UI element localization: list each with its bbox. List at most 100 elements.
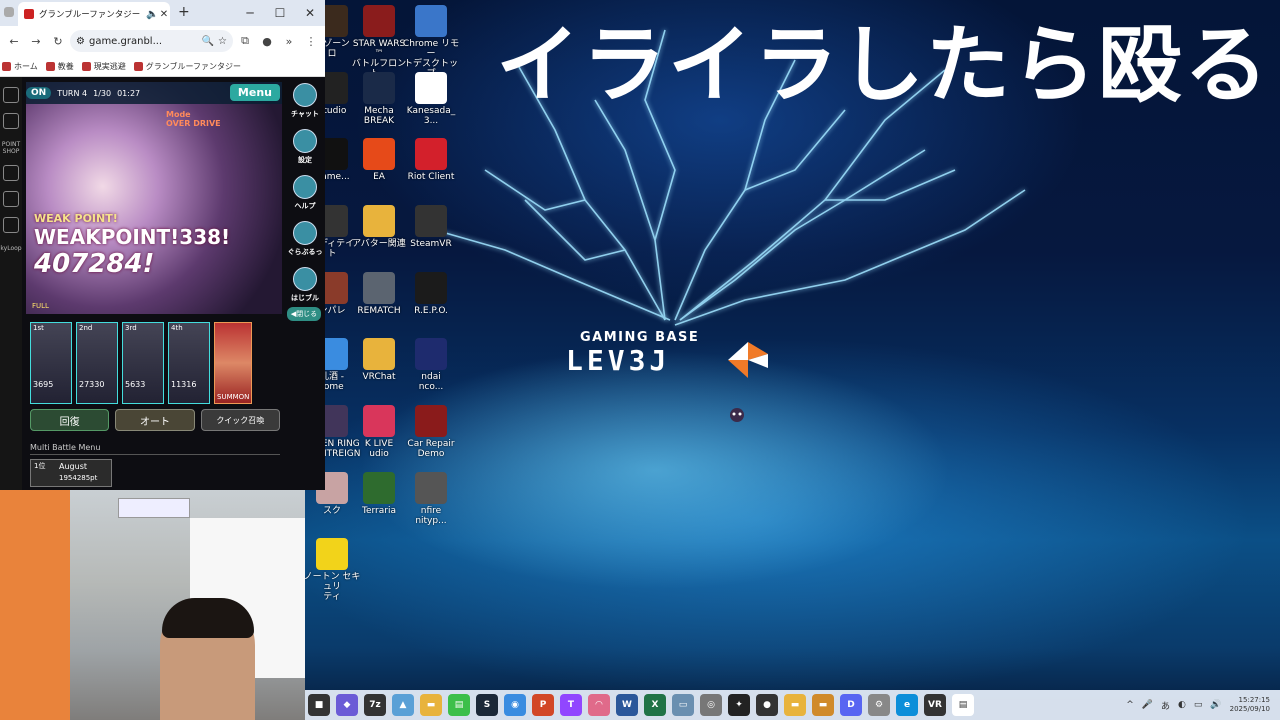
back-icon[interactable]: ← [4, 35, 24, 48]
character-4[interactable]: 4th 11316 [168, 322, 210, 404]
rail-gear-icon[interactable] [3, 113, 19, 129]
more-chevron-icon[interactable]: » [279, 35, 299, 48]
desktop-icon-label: nfire nityp... [415, 506, 447, 526]
sevenzip-icon[interactable]: 7z [364, 694, 386, 716]
settings-gear-icon[interactable]: ⚙ [868, 694, 890, 716]
reload-icon[interactable]: ↻ [48, 35, 68, 48]
tray-app-2-icon[interactable]: ▭ [1194, 700, 1203, 710]
tab-search-icon[interactable] [4, 7, 14, 17]
granblue-favicon-icon [24, 9, 34, 19]
settings-button[interactable]: 設定 [287, 123, 323, 165]
desktop-icon[interactable]: Chrome リモー トデスクトップ [402, 5, 460, 79]
desktop-icon[interactable]: アバター関連 [350, 205, 408, 249]
excel-icon[interactable]: X [644, 694, 666, 716]
desktop-pet-icon[interactable] [727, 405, 747, 425]
bookmark-kyouyou[interactable]: 教養 [45, 61, 74, 72]
desktop-icon[interactable]: ndai nco... [402, 338, 460, 392]
folder-2-icon[interactable]: ▬ [812, 694, 834, 716]
word-icon[interactable]: W [616, 694, 638, 716]
desktop-icon[interactable]: Terraria [350, 472, 408, 516]
chat-button[interactable]: チャット [287, 77, 323, 119]
character-1[interactable]: 1st 3695 [30, 322, 72, 404]
rail-edit-icon[interactable] [3, 165, 19, 181]
lips-icon[interactable]: ◠ [588, 694, 610, 716]
desktop-icon[interactable]: Kanesada_3... [402, 72, 460, 126]
extensions-icon[interactable]: ⧉ [235, 34, 255, 48]
photos-icon[interactable]: ▲ [392, 694, 414, 716]
tab-granblue[interactable]: グランブルーファンタジー 🔈 ✕ [18, 2, 170, 26]
grablu-button[interactable]: ぐらぶるっ [287, 215, 323, 257]
rail-skyloop[interactable]: kyLoop [0, 245, 22, 252]
site-info-icon[interactable]: ⚙ [76, 36, 85, 47]
desktop-icon[interactable]: VRChat [350, 338, 408, 382]
bookmark-genjitsu[interactable]: 現実逃避 [81, 61, 126, 72]
desktop-icon[interactable]: REMATCH [350, 272, 408, 316]
zoom-icon[interactable]: 🔍 [202, 36, 214, 47]
webcam-feed [0, 490, 305, 720]
quick-summon-button[interactable]: クイック召喚 [200, 409, 280, 431]
monitor-icon[interactable]: ▭ [672, 694, 694, 716]
mute-icon[interactable]: 🔈 [146, 9, 158, 20]
character-2[interactable]: 2nd 27330 [76, 322, 118, 404]
tray-chevron-icon[interactable]: ^ [1126, 700, 1134, 710]
vr-icon[interactable]: VR [924, 694, 946, 716]
summon-button[interactable]: SUMMON [214, 322, 252, 404]
files-icon[interactable]: ▤ [448, 694, 470, 716]
folder-icon[interactable]: ▬ [784, 694, 806, 716]
microphone-icon[interactable]: 🎤 [1142, 700, 1153, 710]
side-close-button[interactable]: ◀閉じる [287, 307, 321, 321]
steam-icon[interactable]: S [476, 694, 498, 716]
desktop-icon[interactable]: Riot Client [402, 138, 460, 182]
desktop-icon[interactable]: Mecha BREAK [350, 72, 408, 126]
desktop-icon[interactable]: Car Repair Demo [402, 405, 460, 459]
copilot-icon[interactable]: ◆ [336, 694, 358, 716]
character-3[interactable]: 3rd 5633 [122, 322, 164, 404]
heal-button[interactable]: 回復 [30, 409, 110, 431]
desktop-icon[interactable]: EA [350, 138, 408, 182]
desktop-icon[interactable]: ノートン セキュリ ティ [303, 538, 361, 602]
multi-battle-entry[interactable]: 1位 August 1954285pt [30, 459, 112, 487]
new-tab-button[interactable]: + [178, 4, 190, 20]
bookmark-star-icon[interactable]: ☆ [218, 36, 227, 47]
chrome-icon[interactable]: ◉ [504, 694, 526, 716]
bookmark-granblue[interactable]: グランブルーファンタジー [133, 61, 241, 72]
explorer-icon[interactable]: ▬ [420, 694, 442, 716]
rail-point-shop[interactable]: POINT SHOP [0, 141, 22, 155]
rail-play-icon[interactable] [3, 217, 19, 233]
close-window-button[interactable]: ✕ [295, 0, 325, 26]
twitch-icon[interactable]: T [560, 694, 582, 716]
auto-button[interactable]: オート [115, 409, 195, 431]
capture-icon[interactable]: ◎ [700, 694, 722, 716]
volume-icon[interactable]: 🔊 [1210, 700, 1221, 710]
sound-toggle[interactable]: ON [26, 87, 52, 99]
clock[interactable]: 15:27:15 2025/09/10 [1230, 696, 1270, 714]
game-menu-button[interactable]: Menu [229, 84, 280, 101]
help-button[interactable]: ヘルプ [287, 169, 323, 211]
desktop-icon[interactable]: R.E.P.O. [402, 272, 460, 316]
tray-app-icon[interactable]: ◐ [1178, 700, 1186, 710]
desktop-icon[interactable]: nfire nityp... [402, 472, 460, 526]
desktop-icon[interactable]: SteamVR [402, 205, 460, 249]
game-icon[interactable]: ✦ [728, 694, 750, 716]
obs-icon[interactable]: ● [756, 694, 778, 716]
tab-close-icon[interactable]: ✕ [158, 9, 170, 20]
notepad-icon[interactable]: ▤ [952, 694, 974, 716]
rail-video-icon[interactable] [3, 191, 19, 207]
minimize-button[interactable]: ─ [235, 0, 265, 26]
discord-icon[interactable]: D [840, 694, 862, 716]
hajibure-button[interactable]: はじブル [287, 261, 323, 303]
battle-scene[interactable]: ON TURN 4 1/30 01:27 Menu Mode OVER DRIV… [26, 82, 282, 314]
edge-icon[interactable]: e [896, 694, 918, 716]
powerpoint-icon[interactable]: P [532, 694, 554, 716]
rail-gift-icon[interactable] [3, 87, 19, 103]
desktop-icon[interactable]: STAR WARS™ バトルフロント... [350, 5, 408, 79]
address-bar[interactable]: ⚙ game.granbl... 🔍 ☆ [70, 30, 233, 52]
maximize-button[interactable]: ☐ [265, 0, 295, 26]
forward-icon[interactable]: → [26, 35, 46, 48]
ime-indicator[interactable]: あ [1161, 699, 1170, 712]
menu-kebab-icon[interactable]: ⋮ [301, 35, 321, 48]
start-button-icon[interactable]: ■ [308, 694, 330, 716]
bookmark-home[interactable]: ホーム [2, 61, 38, 72]
profile-icon[interactable]: ● [257, 35, 277, 48]
desktop-icon[interactable]: K LIVE udio [350, 405, 408, 459]
